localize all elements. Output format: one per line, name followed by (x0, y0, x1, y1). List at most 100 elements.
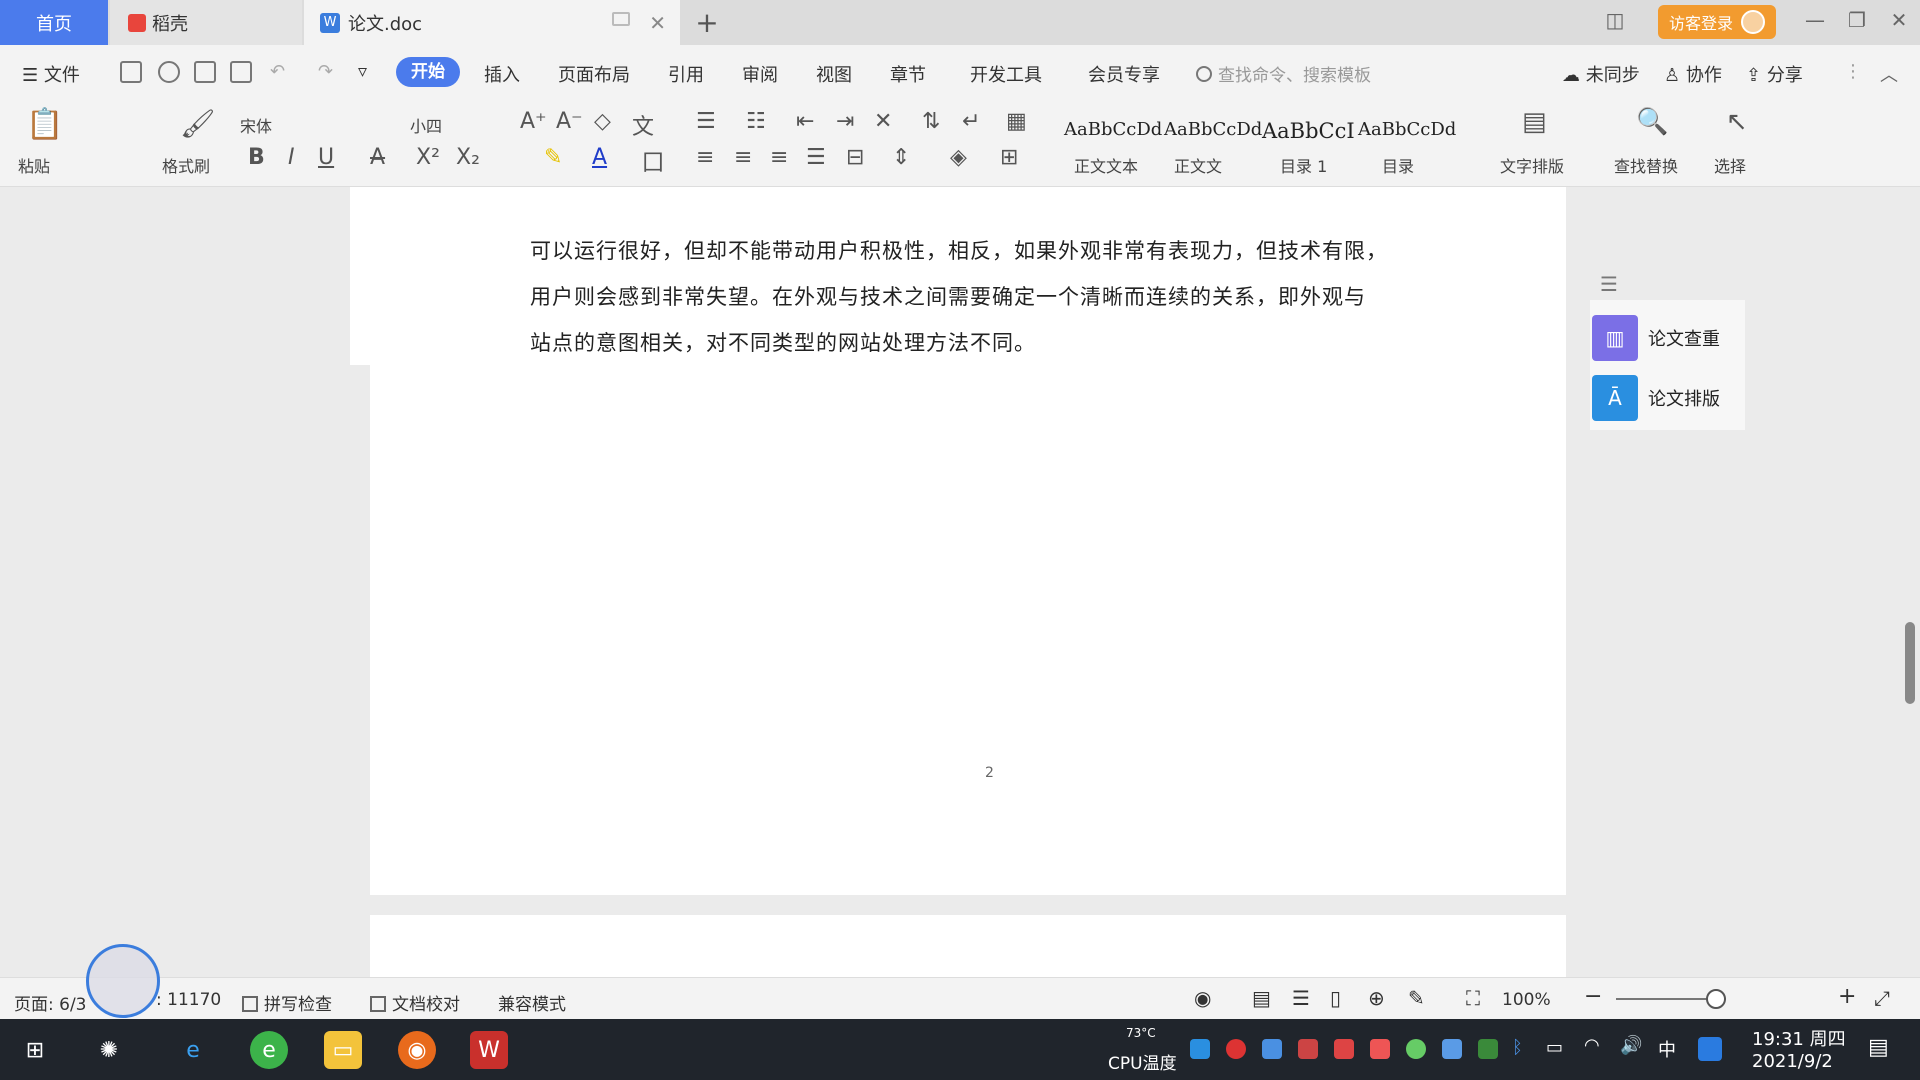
more-icon[interactable]: ⋮ (1844, 61, 1862, 82)
zoom-level[interactable]: 100% (1502, 990, 1551, 1010)
save-icon[interactable] (120, 61, 142, 83)
customize-dropdown-icon[interactable]: ▿ (358, 61, 367, 82)
decrease-indent-icon[interactable]: ⇤ (796, 109, 814, 134)
style-sample-4[interactable]: AaBbCcDd (1358, 119, 1456, 140)
table-icon[interactable]: ▦ (1006, 109, 1027, 134)
windows-start-icon[interactable]: ⊞ (16, 1031, 54, 1069)
battery-icon[interactable]: ▭ (1546, 1037, 1563, 1058)
find-replace-icon[interactable]: 🔍 (1636, 107, 1668, 137)
tab-review[interactable]: 审阅 (742, 61, 778, 87)
ie-browser-icon[interactable]: e (174, 1031, 212, 1069)
print-preview-icon[interactable] (230, 61, 252, 83)
screen-recorder-widget[interactable] (86, 944, 160, 1018)
italic-icon[interactable]: I (288, 145, 295, 170)
fit-page-icon[interactable]: ⛶ (1466, 986, 1480, 1010)
web-view-icon[interactable]: ⊕ (1368, 986, 1385, 1010)
spell-check-button[interactable]: 拼写检查 (242, 990, 332, 1015)
outline-view-icon[interactable]: ☰ (1292, 986, 1310, 1010)
panel-menu-icon[interactable]: ☰ (1600, 272, 1618, 296)
tray-antivirus-icon[interactable] (1226, 1039, 1246, 1059)
style-sample-1[interactable]: AaBbCcDd (1064, 119, 1162, 140)
collapse-ribbon-icon[interactable]: ︿ (1880, 61, 1898, 87)
tray-blue-icon[interactable] (1442, 1039, 1462, 1059)
tray-chat-icon[interactable] (1262, 1039, 1282, 1059)
clear-format-icon[interactable]: ◇ (594, 109, 611, 134)
tab-insert[interactable]: 插入 (484, 61, 520, 87)
clock-date[interactable]: 2021/9/2 (1752, 1051, 1833, 1072)
sync-button[interactable]: ☁ 未同步 (1562, 61, 1640, 87)
select-label[interactable]: 选择 (1714, 153, 1746, 177)
paper-check-button[interactable]: ▥ 论文查重 (1592, 314, 1742, 362)
select-cursor-icon[interactable]: ↖ (1726, 107, 1748, 137)
zoom-slider-knob[interactable] (1706, 989, 1726, 1009)
distributed-icon[interactable]: ⊟ (846, 145, 864, 170)
page-next[interactable] (370, 915, 1566, 977)
word-count[interactable]: : 11170 (156, 990, 221, 1010)
command-search[interactable]: 查找命令、搜索模板 (1196, 61, 1371, 86)
highlight-icon[interactable]: ✎ (544, 145, 562, 170)
numbering-icon[interactable]: ☷ (746, 109, 766, 134)
screen-icon[interactable] (612, 12, 630, 26)
guest-login-button[interactable]: 访客登录 (1658, 5, 1776, 39)
volume-icon[interactable]: 🔊 (1620, 1035, 1642, 1056)
underline-icon[interactable]: U (318, 145, 334, 170)
page-view-icon[interactable]: ▤ (1252, 986, 1271, 1010)
share-button[interactable]: ⇪ 分享 (1746, 61, 1803, 87)
vertical-scrollbar[interactable] (1900, 187, 1920, 977)
restore-icon[interactable]: ❐ (1842, 8, 1872, 32)
redo-icon[interactable]: ↷ (318, 61, 333, 82)
tab-chapter[interactable]: 章节 (890, 61, 926, 87)
minimize-icon[interactable]: — (1800, 8, 1830, 32)
char-border-icon[interactable]: 囗 (642, 145, 664, 177)
wps-taskbar-icon[interactable]: W (470, 1031, 508, 1069)
tab-view[interactable]: 视图 (816, 61, 852, 87)
tab-references[interactable]: 引用 (668, 61, 704, 87)
fullscreen-icon[interactable]: ⤢ (1874, 986, 1890, 1010)
tray-app-icon[interactable] (1190, 1039, 1210, 1059)
wifi-icon[interactable]: ◠ (1584, 1035, 1600, 1056)
chinese-layout-icon[interactable]: ✕ (874, 109, 892, 134)
font-color-icon[interactable]: A (592, 145, 607, 170)
paper-layout-button[interactable]: Ā 论文排版 (1592, 374, 1742, 422)
layout-toggle-icon[interactable]: ◫ (1600, 8, 1630, 32)
justify-icon[interactable]: ☰ (806, 145, 826, 170)
browser-360-icon[interactable]: e (250, 1031, 288, 1069)
output-icon[interactable] (158, 61, 180, 83)
ime-indicator[interactable]: 中 (1658, 1036, 1676, 1062)
increase-indent-icon[interactable]: ⇥ (836, 109, 854, 134)
pinwheel-app-icon[interactable]: ✺ (90, 1031, 128, 1069)
align-left-icon[interactable]: ≡ (696, 145, 714, 170)
tab-page-layout[interactable]: 页面布局 (558, 61, 630, 87)
bullets-icon[interactable]: ☰ (696, 109, 716, 134)
paste-icon[interactable]: 📋 (26, 107, 63, 142)
line-spacing-icon[interactable]: ⇕ (892, 145, 910, 170)
tab-developer[interactable]: 开发工具 (970, 61, 1042, 87)
show-marks-icon[interactable]: ↵ (962, 109, 980, 134)
border-icon[interactable]: ⊞ (1000, 145, 1018, 170)
proofread-button[interactable]: 文档校对 (370, 990, 460, 1015)
clock-time[interactable]: 19:31 周四 (1752, 1025, 1846, 1051)
subscript-icon[interactable]: X₂ (456, 145, 480, 170)
new-tab-button[interactable]: + (692, 6, 722, 39)
bluetooth-icon[interactable]: ᛒ (1512, 1037, 1523, 1058)
notification-icon[interactable]: ▤ (1868, 1035, 1889, 1060)
text-layout-label[interactable]: 文字排版 (1500, 153, 1564, 177)
page-count[interactable]: 页面: 6/3 (14, 990, 87, 1015)
phonetic-icon[interactable]: 文 (632, 109, 654, 141)
file-explorer-icon[interactable]: ▭ (324, 1031, 362, 1069)
align-center-icon[interactable]: ≡ (734, 145, 752, 170)
grow-font-icon[interactable]: A⁺ (520, 109, 547, 134)
media-app-icon[interactable]: ◉ (398, 1031, 436, 1069)
tray-red-icon-2[interactable] (1334, 1039, 1354, 1059)
font-family-select[interactable]: 宋体 (240, 113, 272, 137)
write-view-icon[interactable]: ✎ (1408, 986, 1425, 1010)
eye-protect-icon[interactable]: ◉ (1194, 986, 1211, 1010)
bold-icon[interactable]: B (248, 145, 265, 170)
zoom-in-icon[interactable]: + (1838, 984, 1856, 1009)
tray-green-icon[interactable] (1406, 1039, 1426, 1059)
close-window-icon[interactable]: ✕ (1884, 8, 1914, 32)
align-right-icon[interactable]: ≡ (770, 145, 788, 170)
paste-label[interactable]: 粘贴 (18, 153, 50, 177)
print-icon[interactable] (194, 61, 216, 83)
superscript-icon[interactable]: X² (416, 145, 440, 170)
